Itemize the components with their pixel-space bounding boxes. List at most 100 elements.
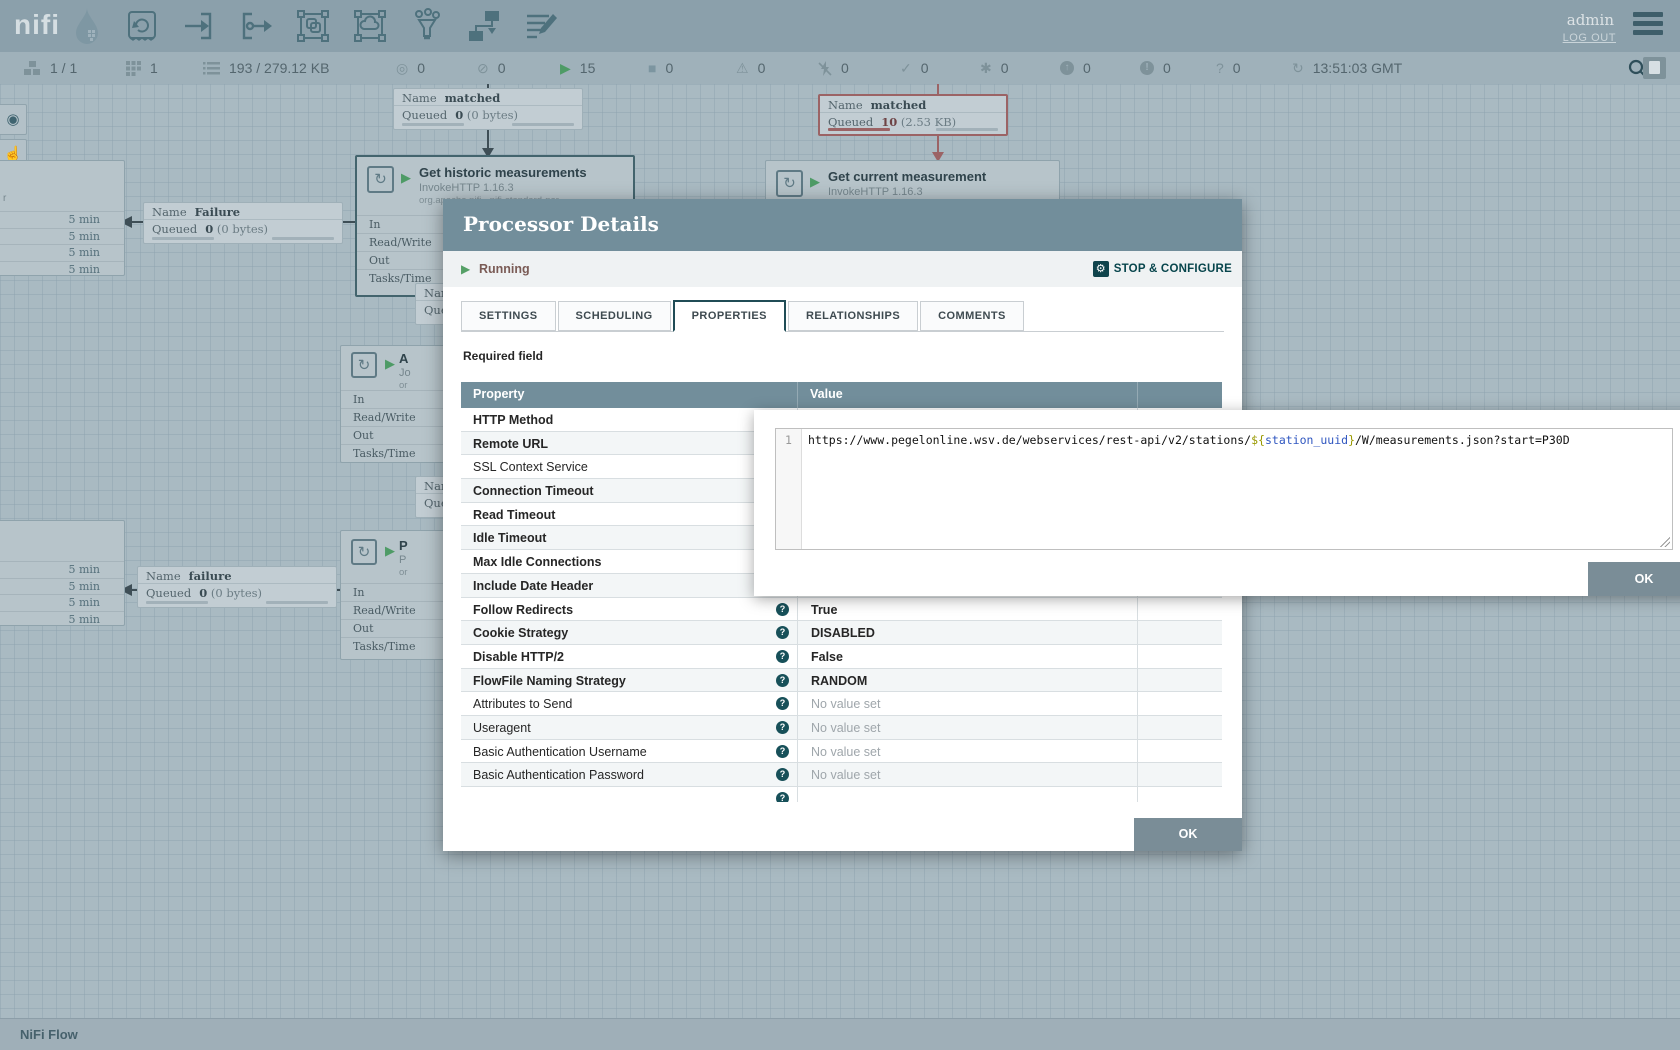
- running-indicator-icon: ▶: [401, 170, 411, 186]
- property-value-cell[interactable]: No value set: [797, 740, 1137, 763]
- property-value-cell[interactable]: False: [797, 645, 1137, 668]
- logout-link[interactable]: LOG OUT: [1563, 32, 1616, 44]
- property-row[interactable]: Attributes to Send ? No value set: [461, 692, 1222, 716]
- stop-and-configure-button[interactable]: ⚙ STOP & CONFIGURE: [1093, 260, 1232, 278]
- invokehttp-processor-icon: ↻: [776, 170, 803, 197]
- property-name: Follow Redirects: [473, 603, 573, 617]
- running-count: 15: [580, 60, 596, 76]
- bulletin-page-icon: [1649, 61, 1660, 74]
- property-value: DISABLED: [811, 626, 875, 640]
- connection-queued-size: (0 bytes): [217, 222, 268, 236]
- property-name-cell: Remote URL ?: [461, 432, 797, 455]
- threads-status: 1: [126, 52, 158, 84]
- property-value-cell[interactable]: RANDOM: [797, 669, 1137, 692]
- connection-label-matched-highlighted[interactable]: Namematched Queued10 (2.53 KB): [818, 94, 1008, 136]
- sync-failure-icon: ?: [1216, 61, 1224, 75]
- editor-code-line[interactable]: https://www.pegelonline.wsv.de/webservic…: [802, 429, 1672, 549]
- property-value-cell[interactable]: DISABLED: [797, 621, 1137, 644]
- queued-status: 193 / 279.12 KB: [203, 52, 329, 84]
- dialog-tab[interactable]: COMMENTS: [920, 301, 1024, 331]
- property-help-icon[interactable]: ?: [776, 697, 789, 710]
- property-help-icon[interactable]: ?: [776, 768, 789, 781]
- processor-stat-value: 5 min: [0, 244, 124, 261]
- processor-offscreen-bottom[interactable]: 5 min5 min5 min5 min: [0, 520, 125, 626]
- properties-table-header: Property Value: [461, 382, 1222, 408]
- dialog-tab[interactable]: SETTINGS: [461, 301, 556, 331]
- process-group-toolbar-icon[interactable]: [295, 8, 331, 44]
- property-value-cell[interactable]: No value set: [797, 716, 1137, 739]
- editor-ok-button[interactable]: OK: [1588, 562, 1680, 596]
- template-toolbar-icon[interactable]: [466, 8, 502, 44]
- refresh-status[interactable]: ↻ 13:51:03 GMT: [1292, 52, 1402, 84]
- property-row[interactable]: FlowFile Naming Strategy ? RANDOM: [461, 669, 1222, 693]
- property-row[interactable]: Basic Authentication Username ? No value…: [461, 740, 1222, 764]
- property-help-icon[interactable]: ?: [776, 721, 789, 734]
- processor-stat-value: 5 min: [0, 578, 124, 595]
- property-name: HTTP Method: [473, 413, 553, 427]
- property-help-icon[interactable]: ?: [776, 792, 789, 802]
- processor-title: Get current measurement: [828, 169, 986, 184]
- property-column-header: Property: [473, 387, 524, 401]
- property-row[interactable]: ?: [461, 787, 1222, 802]
- connection-label-matched-left[interactable]: Namematched Queued0 (0 bytes): [393, 88, 583, 130]
- property-name: FlowFile Naming Strategy: [473, 674, 626, 688]
- connection-label-failure-bottom[interactable]: Namefailure Queued0 (0 bytes): [137, 566, 337, 608]
- connection-name-value: failure: [189, 569, 232, 583]
- running-status: ▶ 15: [560, 52, 595, 84]
- editor-code-segment: https://www.pegelonline.wsv.de/webservic…: [808, 433, 1251, 447]
- breadcrumb: NiFi Flow: [0, 1018, 1680, 1050]
- property-name-cell: SSL Context Service ?: [461, 455, 797, 478]
- dialog-tab[interactable]: PROPERTIES: [673, 300, 786, 332]
- connection-name-value: matched: [871, 98, 927, 112]
- breadcrumb-root[interactable]: NiFi Flow: [20, 1027, 78, 1042]
- property-name-cell: Read Timeout ?: [461, 503, 797, 526]
- connection-queued-label: Queued: [828, 115, 873, 129]
- processor-offscreen-top[interactable]: r 5 min5 min5 min5 min: [0, 160, 125, 276]
- editor-line-number: 1: [785, 433, 792, 447]
- property-help-icon[interactable]: ?: [776, 745, 789, 758]
- cluster-nodes-icon: [24, 61, 41, 76]
- property-row[interactable]: Cookie Strategy ? DISABLED: [461, 621, 1222, 645]
- property-row[interactable]: Basic Authentication Password ? No value…: [461, 763, 1222, 787]
- funnel-toolbar-icon[interactable]: [409, 8, 445, 44]
- remote-process-group-toolbar-icon[interactable]: [352, 8, 388, 44]
- property-help-icon[interactable]: ?: [776, 674, 789, 687]
- property-row[interactable]: Useragent ? No value set: [461, 716, 1222, 740]
- property-help-icon[interactable]: ?: [776, 603, 789, 616]
- navigate-palette-button[interactable]: ◉: [0, 104, 27, 135]
- connection-label-failure-top[interactable]: NameFailure Queued0 (0 bytes): [143, 202, 343, 244]
- property-row[interactable]: Disable HTTP/2 ? False: [461, 645, 1222, 669]
- connection-name-label: Name: [402, 91, 437, 105]
- nifi-logo-drop-icon: [74, 6, 100, 44]
- dialog-tab[interactable]: SCHEDULING: [558, 301, 671, 331]
- processor-type-fragment: Jo: [399, 367, 411, 379]
- output-port-toolbar-icon[interactable]: [238, 8, 274, 44]
- property-row[interactable]: Follow Redirects ? True: [461, 598, 1222, 622]
- property-value-cell[interactable]: True: [797, 598, 1137, 621]
- property-value-cell[interactable]: No value set: [797, 763, 1137, 786]
- connection-queued-count: 0: [199, 586, 207, 600]
- processor-toolbar-icon[interactable]: [124, 8, 160, 44]
- editor-code-segment: }: [1348, 433, 1355, 447]
- property-extra-cell: [1137, 740, 1222, 763]
- dialog-tab[interactable]: RELATIONSHIPS: [788, 301, 918, 331]
- disabled-status: 0: [818, 52, 849, 84]
- up-to-date-count: 0: [921, 60, 929, 76]
- label-toolbar-icon[interactable]: [523, 8, 559, 44]
- value-editor-textarea[interactable]: 1 https://www.pegelonline.wsv.de/webserv…: [775, 428, 1673, 550]
- property-help-icon[interactable]: ?: [776, 626, 789, 639]
- processor-title: Get historic measurements: [419, 165, 587, 180]
- queued-list-icon: [203, 62, 220, 75]
- editor-resize-handle[interactable]: [1660, 537, 1670, 547]
- property-help-icon[interactable]: ?: [776, 650, 789, 663]
- stopped-status: ■ 0: [648, 52, 673, 84]
- refresh-icon[interactable]: ↻: [1292, 61, 1304, 75]
- property-extra-cell: [1137, 763, 1222, 786]
- global-menu-icon[interactable]: [1633, 12, 1663, 39]
- property-name: Cookie Strategy: [473, 626, 568, 640]
- property-value-cell[interactable]: No value set: [797, 692, 1137, 715]
- property-value-cell[interactable]: [797, 787, 1137, 802]
- dialog-ok-button[interactable]: OK: [1134, 818, 1242, 851]
- input-port-toolbar-icon[interactable]: [181, 8, 217, 44]
- bulletin-board-button[interactable]: [1643, 57, 1666, 79]
